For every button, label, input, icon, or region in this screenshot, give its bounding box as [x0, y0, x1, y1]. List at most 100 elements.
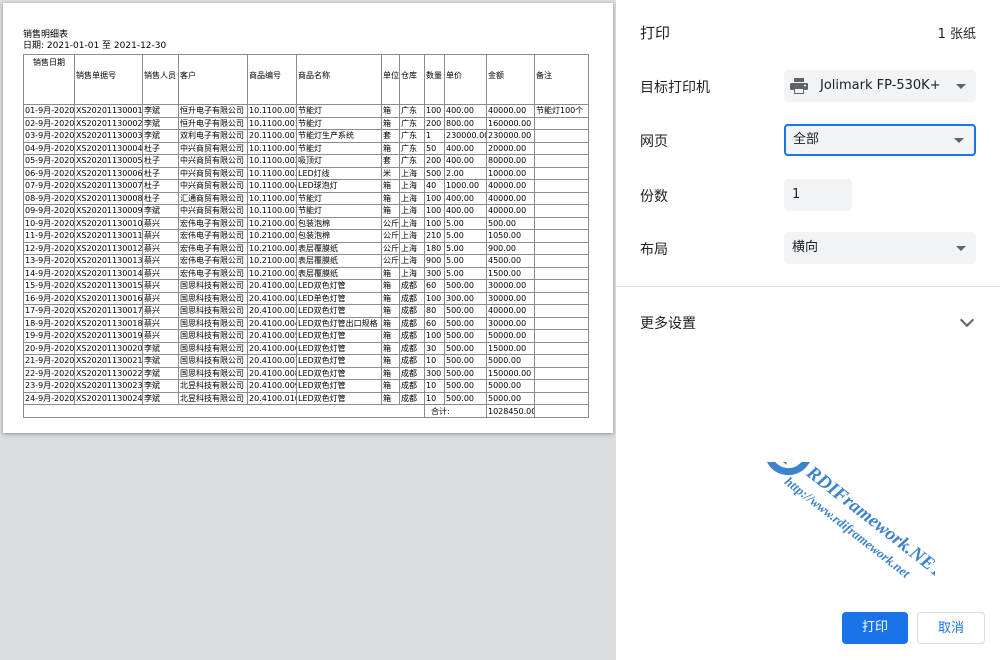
- table-cell: 国思科技有限公司: [178, 304, 248, 318]
- table-cell: 箱: [381, 191, 400, 205]
- cancel-button[interactable]: 取消: [917, 612, 985, 644]
- table-cell: 20.4100.006: [247, 341, 297, 355]
- table-cell: LED双色灯管: [296, 341, 382, 355]
- table-cell: XS20201130013: [74, 254, 143, 268]
- table-cell: 10: [424, 391, 445, 405]
- table-cell: 10.2100.002: [247, 241, 297, 255]
- table-cell: 09-9月-2020: [23, 204, 75, 218]
- table-cell: 上海: [399, 179, 425, 193]
- table-cell: [534, 216, 589, 230]
- table-cell: 成都: [399, 291, 425, 305]
- table-cell: 400.00: [444, 204, 487, 218]
- table-cell: 蔡兴: [142, 241, 179, 255]
- table-cell: 节能灯: [296, 141, 382, 155]
- table-cell: 套: [381, 129, 400, 143]
- pages-select[interactable]: 全部: [784, 124, 976, 156]
- table-cell: 210: [424, 229, 445, 243]
- table-cell: 30000.00: [486, 291, 535, 305]
- table-cell: 10.1100.002: [247, 154, 297, 168]
- table-cell: [534, 291, 589, 305]
- table-cell: LED双色灯管: [296, 379, 382, 393]
- table-cell: 10.1100.001: [247, 204, 297, 218]
- table-cell: XS20201130003: [74, 129, 143, 143]
- document-date-range: 日期: 2021-01-01 至 2021-12-30: [23, 41, 167, 51]
- table-cell: 15-9月-2020: [23, 279, 75, 293]
- table-cell: 李斌: [142, 129, 179, 143]
- table-row: 09-9月-2020 XS20201130009 李斌 中兴商贸有限公司 10.1100…: [23, 204, 589, 218]
- table-cell: 中兴商贸有限公司: [178, 166, 248, 180]
- table-cell: [534, 379, 589, 393]
- table-cell: 国思科技有限公司: [178, 291, 248, 305]
- table-cell: 80000.00: [486, 154, 535, 168]
- table-cell: 160000.00: [486, 116, 535, 130]
- destination-select[interactable]: Jolimark FP-530K+: [784, 70, 976, 102]
- table-row: 24-9月-2020 XS20201130024 李斌 北昱科技有限公司 20.4100…: [23, 391, 589, 405]
- table-row: 04-9月-2020 XS20201130004 杜子 中兴商贸有限公司 10.1100…: [23, 141, 589, 155]
- table-cell: 300: [424, 366, 445, 380]
- table-cell: 100: [424, 291, 445, 305]
- table-cell: LED双色灯管: [296, 279, 382, 293]
- table-cell: [534, 254, 589, 268]
- copies-input[interactable]: 1: [784, 179, 852, 211]
- table-cell: 200: [424, 116, 445, 130]
- table-cell: 10.2100.003: [247, 229, 297, 243]
- table-cell: 5.00: [444, 254, 487, 268]
- table-cell: LED双色灯管: [296, 329, 382, 343]
- table-cell: 500: [424, 166, 445, 180]
- table-cell: [534, 341, 589, 355]
- layout-select[interactable]: 横向: [784, 232, 976, 264]
- table-row: 07-9月-2020 XS20201130007 杜子 中兴商贸有限公司 10.1100…: [23, 179, 589, 193]
- table-cell: XS20201130016: [74, 291, 143, 305]
- printer-icon: [790, 78, 808, 94]
- table-cell: 李斌: [142, 354, 179, 368]
- layout-label: 布局: [640, 242, 668, 258]
- table-cell: 10.1100.004: [247, 179, 297, 193]
- chevron-down-icon[interactable]: [959, 312, 975, 328]
- table-cell: 230000.00: [486, 129, 535, 143]
- table-cell: 20.4100.007: [247, 354, 297, 368]
- table-cell: 表层覆膜纸: [296, 241, 382, 255]
- table-cell: 上海: [399, 266, 425, 280]
- table-cell: 李斌: [142, 104, 179, 118]
- sheet-count: 1 张纸: [937, 27, 976, 42]
- table-cell: 500.00: [444, 279, 487, 293]
- table-cell: [534, 129, 589, 143]
- table-cell: 40: [424, 179, 445, 193]
- table-row: 18-9月-2020 XS20201130018 蔡兴 国思科技有限公司 20.4100…: [23, 316, 589, 330]
- table-cell: XS20201130019: [74, 329, 143, 343]
- table-row: 06-9月-2020 XS20201130006 杜子 中兴商贸有限公司 10.1100…: [23, 166, 589, 180]
- table-cell: 400.00: [444, 141, 487, 155]
- table-cell: 30000.00: [486, 279, 535, 293]
- table-cell: 杜子: [142, 166, 179, 180]
- table-cell: 蔡兴: [142, 316, 179, 330]
- table-cell: 10.2100.002: [247, 254, 297, 268]
- table-cell: 5.00: [444, 241, 487, 255]
- table-cell: XS20201130010: [74, 216, 143, 230]
- table-cell: LED球泡灯: [296, 179, 382, 193]
- table-cell: 20.4100.004: [247, 316, 297, 330]
- table-cell: 5000.00: [486, 379, 535, 393]
- table-cell: [534, 141, 589, 155]
- table-cell: 400.00: [444, 154, 487, 168]
- preview-page: 销售明细表 日期: 2021-01-01 至 2021-12-30 销售日期 销售…: [3, 3, 613, 433]
- table-cell: LED双色灯管: [296, 391, 382, 405]
- table-cell: XS20201130007: [74, 179, 143, 193]
- table-cell: 上海: [399, 166, 425, 180]
- more-settings-toggle[interactable]: 更多设置: [640, 313, 696, 333]
- table-cell: 公斤: [381, 216, 400, 230]
- table-cell: LED双色灯管: [296, 354, 382, 368]
- table-cell: [534, 154, 589, 168]
- table-cell: 成都: [399, 379, 425, 393]
- table-cell: 箱: [381, 279, 400, 293]
- table-cell: 04-9月-2020: [23, 141, 75, 155]
- copies-label: 份数: [640, 189, 668, 205]
- layout-value: 横向: [792, 240, 819, 255]
- destination-value: Jolimark FP-530K+: [820, 78, 941, 93]
- table-cell: 李斌: [142, 391, 179, 405]
- print-button[interactable]: 打印: [842, 612, 908, 644]
- table-cell: 广东: [399, 154, 425, 168]
- table-cell: 10.1100.001: [247, 104, 297, 118]
- table-cell: 李斌: [142, 204, 179, 218]
- table-cell: 800.00: [444, 116, 487, 130]
- table-cell: LED灯线: [296, 166, 382, 180]
